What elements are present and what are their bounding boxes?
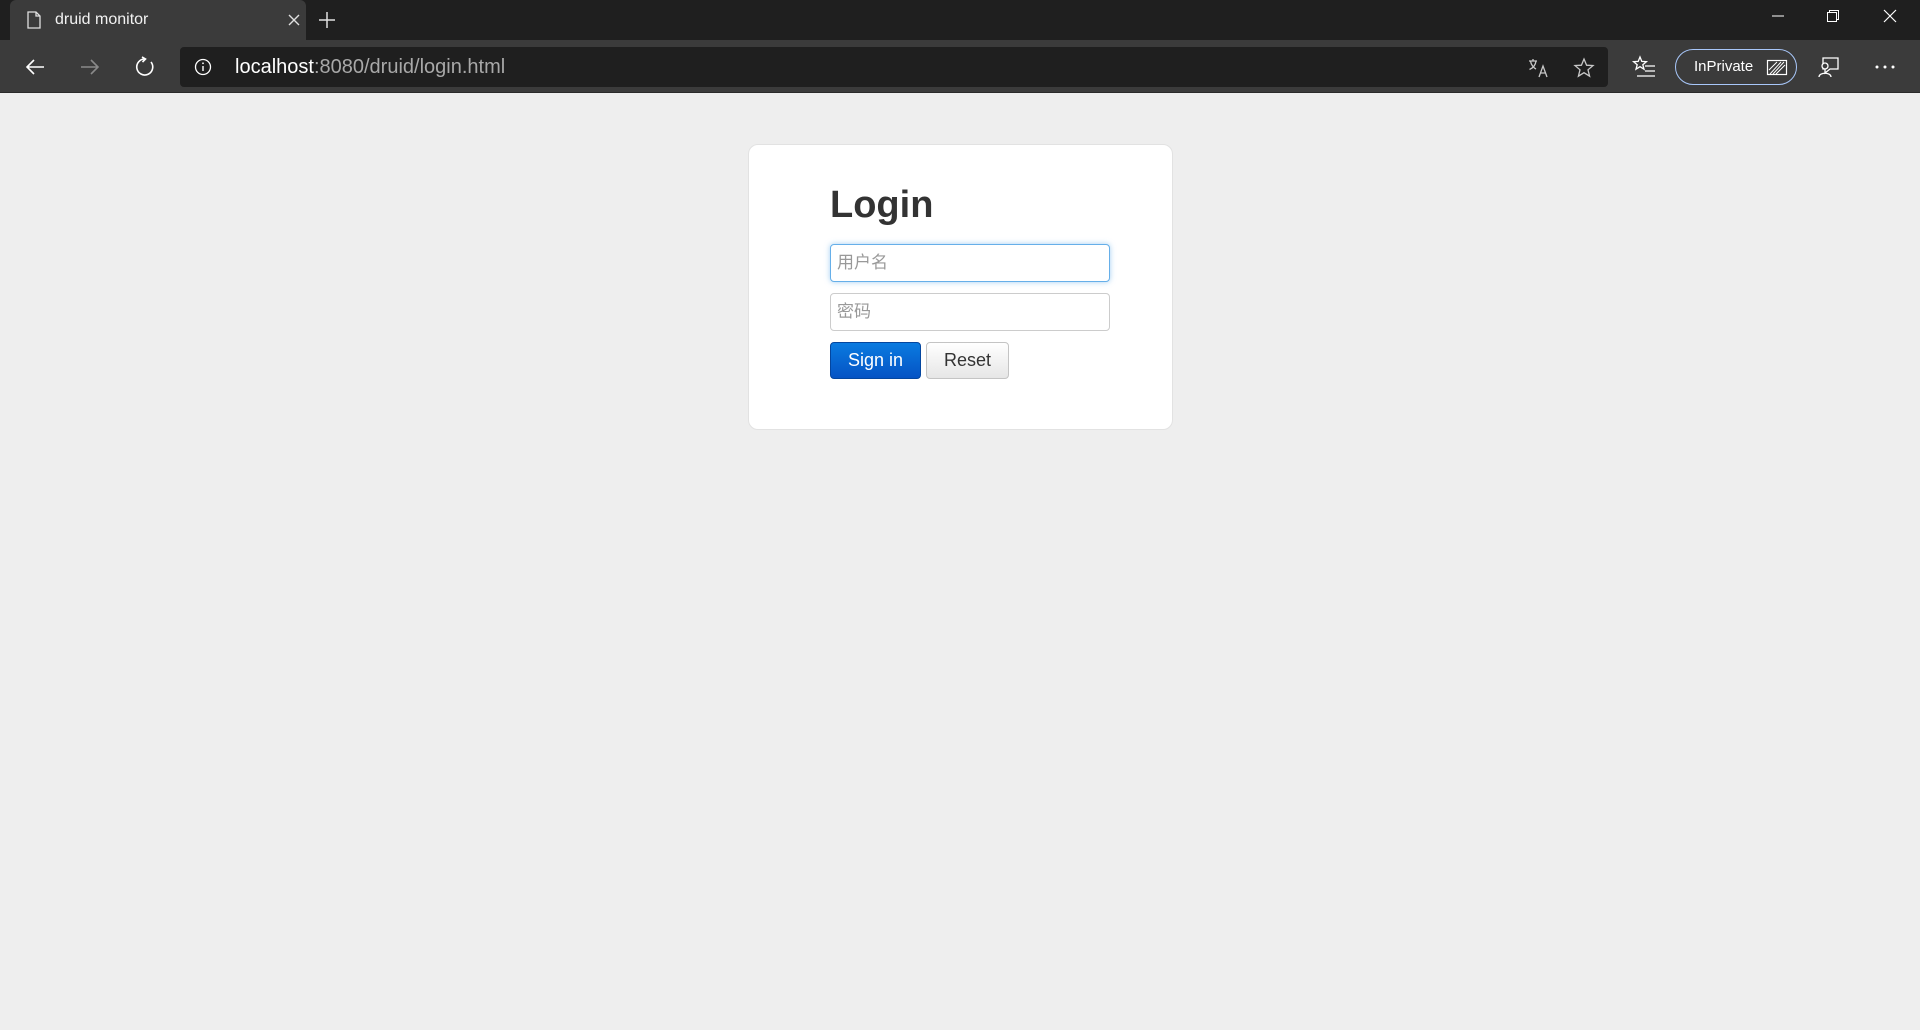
username-input[interactable] [830, 244, 1110, 282]
tab-title: druid monitor [55, 11, 149, 28]
reset-button[interactable]: Reset [926, 342, 1009, 379]
address-bar[interactable]: localhost:8080/druid/login.html [180, 47, 1608, 87]
new-tab-plus-icon[interactable] [315, 8, 339, 32]
window-close-icon[interactable] [1862, 0, 1918, 32]
inprivate-icon [1766, 57, 1788, 77]
maximize-icon[interactable] [1805, 0, 1861, 32]
forward-arrow-icon[interactable] [71, 48, 109, 86]
url-text[interactable]: localhost:8080/druid/login.html [235, 47, 505, 87]
more-icon[interactable] [1872, 54, 1898, 80]
login-card: Login Sign in Reset [748, 144, 1173, 430]
minimize-icon[interactable] [1750, 0, 1806, 32]
back-arrow-icon[interactable] [16, 48, 54, 86]
url-host: localhost [235, 56, 314, 78]
login-title: Login [830, 184, 934, 226]
close-tab-icon[interactable] [286, 12, 302, 28]
url-path: :8080/druid/login.html [313, 56, 506, 78]
browser-toolbar: localhost:8080/druid/login.html InPrivat… [0, 40, 1920, 93]
star-icon[interactable] [1572, 56, 1596, 80]
info-icon[interactable] [194, 58, 212, 76]
browser-tab[interactable]: druid monitor [10, 0, 306, 40]
password-input[interactable] [830, 293, 1110, 331]
inprivate-button[interactable]: InPrivate [1675, 49, 1797, 85]
sign-in-button[interactable]: Sign in [830, 342, 921, 379]
tab-bar: druid monitor [0, 0, 1920, 40]
page-icon [24, 10, 44, 30]
feedback-icon[interactable] [1816, 54, 1842, 80]
favorites-icon[interactable] [1631, 54, 1657, 80]
refresh-icon[interactable] [126, 48, 164, 86]
inprivate-label: InPrivate [1694, 58, 1754, 75]
translate-icon[interactable] [1526, 56, 1550, 80]
